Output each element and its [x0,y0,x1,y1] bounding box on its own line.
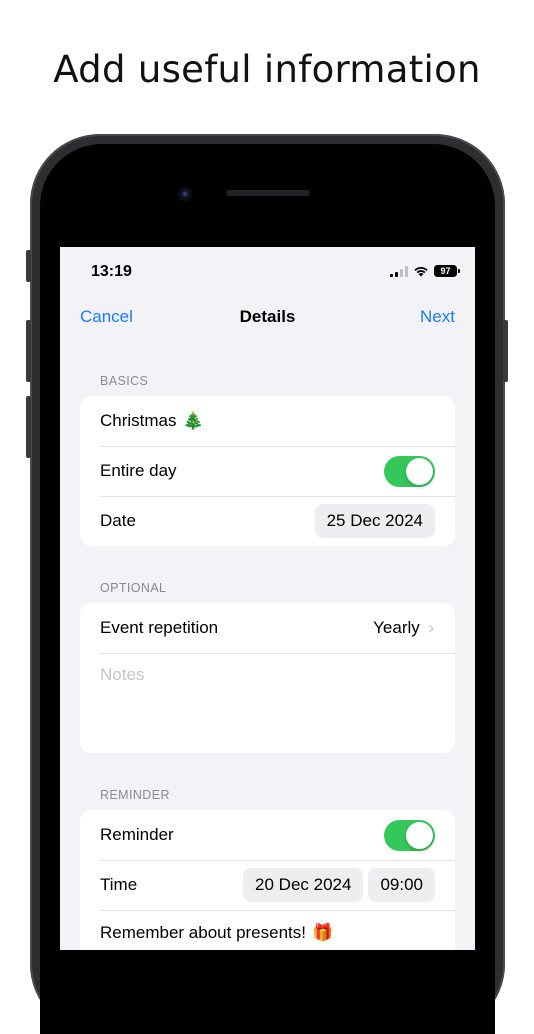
earpiece-speaker [226,190,310,196]
date-picker[interactable]: 25 Dec 2024 [314,504,435,538]
reminder-section-header: REMINDER [100,788,170,802]
reminder-row: Reminder [80,810,455,860]
event-repetition-value: Yearly [373,618,420,637]
phone-mute-switch [26,250,31,282]
front-camera [178,187,192,201]
battery-icon: 97 [434,265,460,277]
reminder-card: Reminder Time 20 Dec 2024 09:00 Remember… [80,810,455,950]
basics-card: Christmas 🎄 Entire day Date 25 Dec 2024 [80,396,455,546]
phone-screen: 13:19 97 Cancel Details Next BASICS Chri… [60,247,475,950]
page-title: Details [239,307,296,326]
time-row: Time 20 Dec 2024 09:00 [80,860,455,910]
chevron-right-icon: › [427,617,435,639]
phone-volume-up [26,320,31,382]
reminder-date-picker[interactable]: 20 Dec 2024 [243,868,364,902]
event-repetition-label: Event repetition [100,618,219,637]
headline: Add useful information [53,48,481,91]
notes-field[interactable]: Notes [80,653,455,753]
christmas-tree-icon: 🎄 [182,411,204,430]
optional-card: Event repetition Yearly › Notes [80,603,455,753]
event-name-field[interactable]: Christmas 🎄 [80,396,455,446]
event-name-value: Christmas [100,411,177,430]
date-label: Date [100,511,136,530]
entire-day-label: Entire day [100,461,177,480]
signal-icon [390,265,408,277]
phone-volume-down [26,396,31,458]
reminder-time-picker[interactable]: 09:00 [368,868,435,902]
event-repetition-row[interactable]: Event repetition Yearly › [80,603,455,653]
reminder-message-text: Remember about presents! [100,922,306,942]
reminder-toggle[interactable] [384,819,435,851]
status-icons: 97 [390,265,460,277]
reminder-label: Reminder [100,825,174,844]
time-label: Time [100,875,138,894]
date-row: Date 25 Dec 2024 [80,496,455,546]
entire-day-toggle[interactable] [384,455,435,487]
optional-section-header: OPTIONAL [100,581,167,595]
status-time: 13:19 [91,263,132,280]
entire-day-row: Entire day [80,446,455,496]
phone-power-button [503,320,508,382]
next-button[interactable]: Next [420,307,455,327]
wifi-icon [414,267,428,277]
nav-bar: Cancel Details Next [60,307,475,329]
gift-icon: 🎁 [312,922,334,942]
basics-section-header: BASICS [100,374,149,388]
reminder-message-field[interactable]: Remember about presents! 🎁 [80,910,455,950]
notes-placeholder: Notes [100,665,145,684]
